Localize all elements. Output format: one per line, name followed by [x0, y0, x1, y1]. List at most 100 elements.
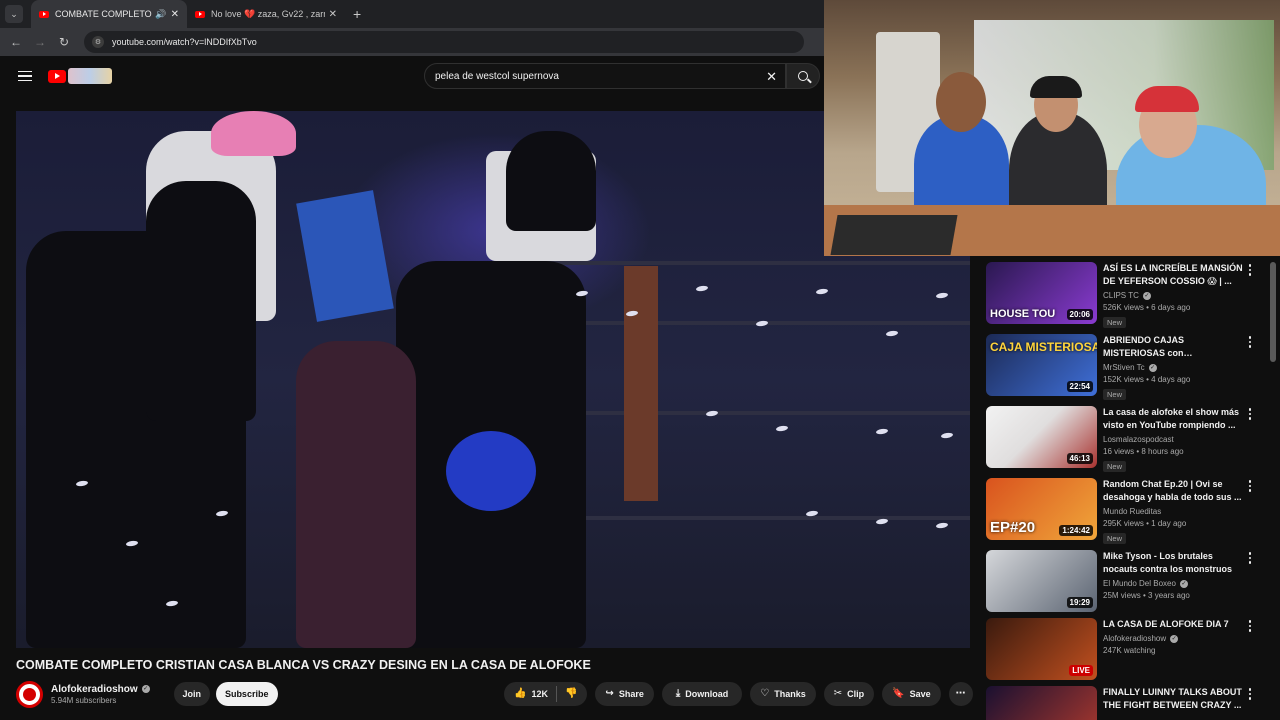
channel-avatar[interactable] [16, 680, 43, 708]
verified-icon: ✓ [1142, 291, 1151, 300]
more-vertical-icon[interactable] [1248, 336, 1252, 348]
close-tab-icon[interactable]: ✕ [171, 9, 179, 20]
sidebar-scrollbar[interactable] [1270, 262, 1276, 362]
recommendation-item[interactable]: FINALLY LUINNY TALKS ABOUT THE FIGHT BET… [986, 686, 1266, 720]
recommendation-title[interactable]: Mike Tyson - Los brutales nocauts contra… [1103, 550, 1243, 576]
recommendation-title[interactable]: LA CASA DE ALOFOKE DIA 7 [1103, 618, 1243, 631]
video-title: COMBATE COMPLETO CRISTIAN CASA BLANCA VS… [16, 658, 591, 672]
save-button[interactable]: 🔖 Save [882, 682, 941, 706]
share-icon: ↪ [605, 688, 614, 699]
url-text: youtube.com/watch?v=lNDDIfXbTvo [112, 37, 257, 47]
more-vertical-icon[interactable] [1248, 688, 1252, 700]
youtube-doodle[interactable] [68, 68, 112, 84]
recommendation-thumbnail[interactable] [986, 686, 1097, 720]
back-icon[interactable]: ← [4, 35, 28, 49]
recommendation-channel-row: Alofokeradioshow ✓ [1103, 634, 1243, 643]
like-button[interactable]: 👍 12K [504, 686, 557, 702]
ring-post [624, 266, 658, 501]
like-count: 12K [531, 689, 548, 699]
search-input[interactable]: pelea de westcol supernova ✕ [424, 63, 786, 89]
recommendation-meta: Random Chat Ep.20 | Ovi se desahoga y ha… [1103, 478, 1243, 546]
download-icon: ⤓ [675, 688, 681, 699]
site-info-icon[interactable]: ⚙ [92, 36, 104, 48]
recommendation-stats: 526K views • 6 days ago [1103, 303, 1191, 312]
new-badge: New [1103, 461, 1127, 472]
menu-icon[interactable] [18, 70, 32, 82]
search-query: pelea de westcol supernova [435, 70, 559, 82]
search-button[interactable] [786, 63, 820, 89]
more-vertical-icon[interactable] [1248, 480, 1252, 492]
more-vertical-icon[interactable] [1248, 264, 1252, 276]
clear-search-icon[interactable]: ✕ [766, 69, 777, 85]
recommendation-channel[interactable]: CLIPS TC [1103, 291, 1139, 300]
tab-search-icon[interactable]: ⌄ [5, 5, 23, 23]
recommendation-thumbnail[interactable]: 46:13 [986, 406, 1097, 468]
recommendations-sidebar: HOUSE TOU 20:06 ASÍ ES LA INCREÍBLE MANS… [986, 262, 1266, 720]
tab-inactive[interactable]: No love 💔 zaza, Gv22 , zarmy, ✕ [187, 0, 345, 28]
youtube-logo-icon[interactable] [48, 69, 66, 83]
tab-active[interactable]: COMBATE COMPLETO CRIS 🔊 ✕ [31, 0, 187, 28]
thanks-label: Thanks [774, 689, 806, 699]
share-button[interactable]: ↪ Share [595, 682, 654, 706]
recommendation-channel[interactable]: Losmalazospodcast [1103, 435, 1174, 444]
channel-name-row[interactable]: Alofokeradioshow ✓ [51, 684, 150, 695]
recommendation-title[interactable]: Random Chat Ep.20 | Ovi se desahoga y ha… [1103, 478, 1243, 504]
recommendation-item[interactable]: EP#20 1:24:42 Random Chat Ep.20 | Ovi se… [986, 478, 1266, 544]
new-badge: New [1103, 317, 1127, 328]
more-vertical-icon[interactable] [1248, 620, 1252, 632]
recommendation-title[interactable]: La casa de alofoke el show más visto en … [1103, 406, 1243, 432]
speaker-icon[interactable]: 🔊 [155, 9, 166, 20]
more-vertical-icon[interactable] [1248, 552, 1252, 564]
channel-row: Alofokeradioshow ✓ 5.94M subscribers Joi… [16, 680, 973, 708]
clip-button[interactable]: ✂ Clip [823, 682, 875, 706]
recommendation-channel[interactable]: MrStiven Tc [1103, 363, 1145, 372]
recommendation-channel[interactable]: El Mundo Del Boxeo [1103, 579, 1176, 588]
video-duration: 20:06 [1066, 309, 1093, 320]
recommendation-title[interactable]: ABRIENDO CAJAS MISTERIOSAS con PERSONAS.… [1103, 334, 1243, 360]
recommendation-thumbnail[interactable]: CAJA MISTERIOSA 22:54 [986, 334, 1097, 396]
recommendation-stats: 295K views • 1 day ago [1103, 519, 1187, 528]
recommendation-thumbnail[interactable]: 19:29 [986, 550, 1097, 612]
new-tab-icon[interactable]: + [353, 6, 361, 22]
recommendation-item[interactable]: 19:29 Mike Tyson - Los brutales nocauts … [986, 550, 1266, 616]
url-field[interactable]: ⚙ youtube.com/watch?v=lNDDIfXbTvo [84, 31, 804, 53]
subscriber-count: 5.94M subscribers [51, 695, 117, 705]
video-actions: 👍 12K 👎 ↪ Share ⤓ Download ♡ Thanks ✂ Cl… [504, 680, 973, 708]
recommendation-item[interactable]: 46:13 La casa de alofoke el show más vis… [986, 406, 1266, 472]
recommendation-channel[interactable]: Alofokeradioshow [1103, 634, 1166, 643]
verified-icon: ✓ [1148, 363, 1157, 372]
reload-icon[interactable]: ↻ [52, 35, 76, 49]
recommendation-thumbnail[interactable]: HOUSE TOU 20:06 [986, 262, 1097, 324]
dislike-button[interactable]: 👎 [557, 689, 587, 699]
more-actions-button[interactable]: ⋯ [948, 682, 973, 706]
webcam-overlay [824, 0, 1280, 256]
recommendation-title[interactable]: ASÍ ES LA INCREÍBLE MANSIÓN DE YEFERSON … [1103, 262, 1243, 288]
person-silhouette [296, 341, 416, 648]
recommendation-channel-row: Mundo Rueditas [1103, 507, 1243, 516]
recommendation-thumbnail[interactable]: LIVE [986, 618, 1097, 680]
bookmark-icon: 🔖 [892, 688, 905, 699]
download-button[interactable]: ⤓ Download [661, 682, 743, 706]
recommendation-item[interactable]: HOUSE TOU 20:06 ASÍ ES LA INCREÍBLE MANS… [986, 262, 1266, 328]
forward-icon[interactable]: → [28, 35, 52, 49]
close-tab-icon[interactable]: ✕ [329, 9, 337, 20]
channel-name[interactable]: Alofokeradioshow [51, 684, 138, 695]
join-button[interactable]: Join [173, 682, 210, 706]
recommendation-title[interactable]: FINALLY LUINNY TALKS ABOUT THE FIGHT BET… [1103, 686, 1243, 712]
more-vertical-icon[interactable] [1248, 408, 1252, 420]
clip-label: Clip [847, 689, 865, 699]
tab-title: COMBATE COMPLETO CRIS [55, 9, 153, 19]
live-badge: LIVE [1069, 665, 1093, 676]
recommendation-channel-row: Losmalazospodcast [1103, 435, 1243, 444]
recommendation-stats: 247K watching [1103, 646, 1156, 655]
recommendation-item[interactable]: CAJA MISTERIOSA 22:54 ABRIENDO CAJAS MIS… [986, 334, 1266, 400]
recommendation-item[interactable]: LIVE LA CASA DE ALOFOKE DIA 7 Alofokerad… [986, 618, 1266, 684]
thumbnail-text: HOUSE TOU [990, 308, 1056, 320]
subscribe-button[interactable]: Subscribe [215, 682, 278, 706]
webcam-person-head [936, 72, 986, 132]
recommendation-stats: 152K views • 4 days ago [1103, 375, 1191, 384]
new-badge: New [1103, 389, 1127, 400]
recommendation-channel[interactable]: Mundo Rueditas [1103, 507, 1161, 516]
recommendation-thumbnail[interactable]: EP#20 1:24:42 [986, 478, 1097, 540]
thanks-button[interactable]: ♡ Thanks [750, 682, 816, 706]
